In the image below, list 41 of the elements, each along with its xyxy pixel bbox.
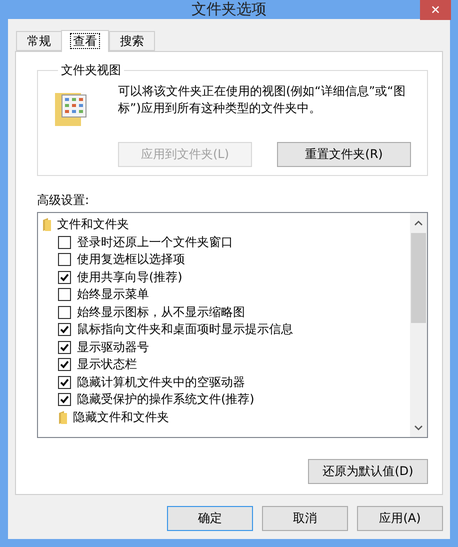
tree-folder-label: 隐藏文件和文件夹 [73, 408, 169, 426]
checkbox-label: 显示驱动器号 [77, 338, 149, 356]
checkbox-label: 登录时还原上一个文件夹窗口 [77, 234, 233, 251]
dialog-button[interactable]: 确定 [167, 506, 253, 531]
checkbox-label: 使用共享向导(推荐) [77, 268, 182, 286]
reset-folders-button[interactable]: 重置文件夹(R) [277, 142, 411, 167]
restore-defaults-button[interactable]: 还原为默认值(D) [308, 459, 428, 484]
checkbox-label: 始终显示图标，从不显示缩略图 [77, 304, 245, 321]
dialog-button[interactable]: 取消 [262, 506, 348, 531]
checkbox-label: 始终显示菜单 [77, 286, 149, 304]
checkbox[interactable] [58, 288, 71, 302]
tab[interactable]: 查看 [61, 30, 109, 52]
checkbox[interactable] [58, 306, 71, 319]
checkbox[interactable] [58, 270, 71, 284]
checkbox[interactable] [58, 340, 71, 354]
tab[interactable]: 常规 [16, 31, 62, 51]
checkbox-label: 隐藏受保护的操作系统文件(推荐) [77, 391, 254, 408]
scrollbar[interactable] [410, 213, 427, 437]
checkbox[interactable] [58, 358, 71, 372]
folder-view-icon [54, 91, 88, 127]
window-title: 文件夹选项 [192, 0, 266, 19]
dialog-button[interactable]: 应用(A) [357, 506, 443, 531]
checkbox-label: 使用复选框以选择项 [77, 251, 185, 268]
checkbox-label: 隐藏计算机文件夹中的空驱动器 [77, 374, 245, 391]
checkbox-label: 显示状态栏 [77, 356, 137, 374]
tree-folder-label: 文件和文件夹 [57, 216, 129, 234]
checkbox-label: 鼠标指向文件夹和桌面项时显示提示信息 [77, 321, 293, 338]
scroll-up-icon[interactable] [414, 220, 423, 226]
checkbox[interactable] [58, 253, 71, 266]
checkbox[interactable] [58, 393, 71, 406]
description: 可以将该文件夹正在使用的视图(例如“详细信息”或“图标”)应用到所有这种类型的文件夹中。 [118, 83, 406, 117]
checkbox[interactable] [58, 236, 71, 249]
tab[interactable]: 搜索 [109, 31, 155, 51]
scroll-down-icon[interactable] [414, 425, 423, 431]
group-title: 文件夹视图 [60, 62, 122, 79]
folder-icon [58, 410, 67, 424]
folder-icon [42, 218, 51, 232]
close-button[interactable]: ✕ [420, 0, 451, 20]
advanced-settings-label: 高级设置: [37, 192, 90, 209]
checkbox[interactable] [58, 376, 71, 389]
checkbox[interactable] [58, 323, 71, 336]
